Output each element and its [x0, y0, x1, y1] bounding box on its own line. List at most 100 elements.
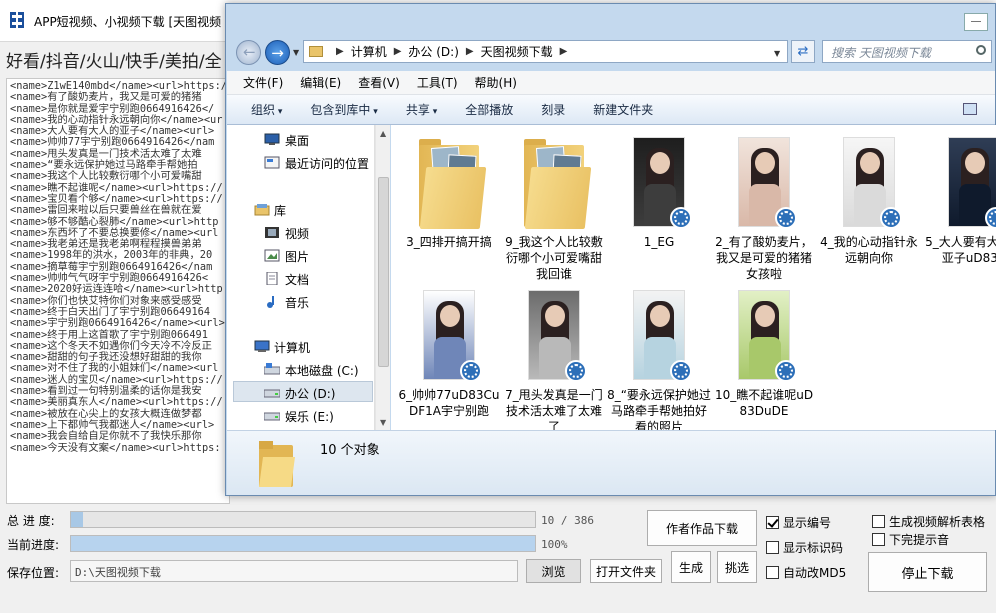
video-file-item[interactable]: 10_瞧不起谁呢uD83DuDE [712, 290, 816, 419]
save-path-input[interactable]: D:\天图视频下载 [70, 560, 518, 582]
stop-download-button[interactable]: 停止下载 [868, 552, 987, 592]
video-thumbnail [939, 137, 996, 229]
back-button[interactable]: ← [236, 40, 261, 65]
checkbox-box[interactable] [872, 515, 885, 528]
scroll-down-icon[interactable]: ▼ [380, 418, 386, 427]
file-name: 8_“要永远保护她过马路牵手帮她拍好看的照片 [607, 388, 711, 430]
sidebar-item-office[interactable]: 办公 (D:) [285, 385, 335, 402]
show-id-label: 显示标识码 [783, 541, 844, 555]
new-folder-button[interactable]: 新建文件夹 [593, 101, 653, 118]
include-in-library-button[interactable]: 包含到库中 [310, 101, 377, 118]
address-dropdown-icon[interactable]: ▼ [774, 49, 780, 58]
sidebar-item-entertainment[interactable]: 娱乐 (E:) [285, 408, 334, 425]
video-file-item[interactable]: 2_有了酸奶麦片，我又是可爱的猪猪女孩啦 [712, 137, 816, 282]
video-player-icon [775, 207, 797, 229]
scrollbar-thumb[interactable] [378, 177, 389, 367]
breadcrumb-computer[interactable]: 计算机 [351, 43, 387, 60]
menu-bar: 文件(F) 编辑(E) 查看(V) 工具(T) 帮助(H) [227, 71, 995, 95]
video-thumbnail [729, 137, 799, 229]
video-player-icon [670, 207, 692, 229]
sidebar-item-recent[interactable]: 最近访问的位置 [285, 155, 369, 172]
menu-edit[interactable]: 编辑(E) [300, 74, 341, 91]
sidebar-item-videos[interactable]: 视频 [285, 225, 309, 242]
current-progress-bar [70, 535, 536, 552]
author-works-download-button[interactable]: 作者作品下载 [647, 510, 757, 546]
sidebar-item-documents[interactable]: 文档 [285, 271, 309, 288]
video-file-item[interactable]: 5_大人要有大人的亚子uD83C [922, 137, 996, 266]
generate-button[interactable]: 生成 [671, 551, 711, 583]
folder-icon [414, 137, 487, 229]
history-dropdown-icon[interactable]: ▼ [293, 48, 299, 57]
share-button[interactable]: 共享 [406, 101, 437, 118]
current-progress-text: 100% [541, 538, 568, 551]
breadcrumb-separator-icon[interactable]: ▶ [394, 46, 402, 57]
save-location-label: 保存位置: [7, 566, 60, 580]
file-name: 3_四排开搞开搞 [406, 235, 492, 249]
current-progress-fill [71, 536, 535, 551]
pick-button[interactable]: 挑选 [717, 551, 757, 583]
sidebar-item-local-disk[interactable]: 本地磁盘 (C:) [285, 362, 359, 379]
open-folder-button[interactable]: 打开文件夹 [590, 559, 662, 583]
show-id-checkbox[interactable]: 显示标识码 [766, 539, 843, 556]
log-output[interactable]: <name>Z1wE140mbd</name><url>https://<nam… [6, 78, 230, 504]
platform-list: 好看/抖音/火山/快手/美拍/全 [6, 52, 222, 72]
file-name: 5_大人要有大人的亚子uD83C [925, 235, 996, 265]
minimize-button[interactable] [964, 13, 988, 31]
sidebar-item-desktop[interactable]: 桌面 [285, 132, 309, 149]
show-number-label: 显示编号 [783, 516, 832, 530]
checkbox-box[interactable] [872, 533, 885, 546]
show-number-checkbox[interactable]: 显示编号 [766, 514, 831, 531]
total-progress-text: 10 / 386 [541, 514, 594, 527]
breadcrumb-current[interactable]: 天图视频下载 [481, 43, 553, 60]
folder-item[interactable]: 9_我这个人比较敷衍哪个小可爱嘴甜我回谁 [502, 137, 606, 282]
generate-table-checkbox[interactable]: 生成视频解析表格 [872, 513, 985, 530]
video-player-icon [880, 207, 902, 229]
videos-icon [265, 227, 279, 238]
folder-icon [259, 441, 295, 487]
video-file-item[interactable]: 8_“要永远保护她过马路牵手帮她拍好看的照片 [607, 290, 711, 430]
sidebar-item-libraries[interactable]: 库 [274, 202, 286, 219]
file-name: 7_甩头发真是一门技术活太难了太难了 [505, 388, 603, 430]
checkbox-box[interactable] [766, 566, 779, 579]
refresh-button[interactable]: ⇄ [791, 40, 815, 63]
navigation-pane: 桌面 最近访问的位置 库 视频 图片 文档 音乐 计算机 本地磁盘 (C:) 办… [227, 125, 375, 430]
auto-md5-checkbox[interactable]: 自动改MD5 [766, 564, 846, 581]
video-file-item[interactable]: 4_我的心动指针永远朝向你 [817, 137, 921, 266]
menu-file[interactable]: 文件(F) [243, 74, 283, 91]
video-file-item[interactable]: 6_帅帅77uD83CuDF1A宇宁别跑 [397, 290, 501, 419]
menu-help[interactable]: 帮助(H) [475, 74, 517, 91]
folder-item[interactable]: 3_四排开搞开搞 [397, 137, 501, 250]
checkbox-box[interactable] [766, 541, 779, 554]
video-file-item[interactable]: 7_甩头发真是一门技术活太难了太难了 [502, 290, 606, 430]
video-player-icon [670, 360, 692, 382]
details-pane: 10 个对象 [227, 430, 995, 495]
breadcrumb-separator-icon[interactable]: ▶ [466, 46, 474, 57]
breadcrumb-separator-icon[interactable]: ▶ [336, 46, 344, 57]
menu-tools[interactable]: 工具(T) [417, 74, 458, 91]
log-line: <name>今天没有文案</name><url>https: [10, 441, 221, 454]
file-name: 9_我这个人比较敷衍哪个小可爱嘴甜我回谁 [505, 235, 603, 281]
video-thumbnail [729, 290, 799, 382]
forward-arrow-icon: → [271, 43, 284, 62]
breadcrumb-separator-icon[interactable]: ▶ [560, 46, 568, 57]
browse-button[interactable]: 浏览 [526, 559, 581, 583]
checkbox-box[interactable] [766, 516, 779, 529]
breadcrumb-office[interactable]: 办公 (D:) [408, 43, 458, 60]
sidebar-item-music[interactable]: 音乐 [285, 294, 309, 311]
play-all-button[interactable]: 全部播放 [465, 101, 513, 118]
sidebar-item-computer[interactable]: 计算机 [274, 339, 310, 356]
view-options-icon[interactable] [963, 103, 977, 115]
forward-button[interactable]: → [265, 40, 290, 65]
video-file-item[interactable]: 1_EG [607, 137, 711, 250]
scroll-up-icon[interactable]: ▲ [380, 129, 386, 138]
finish-sound-checkbox[interactable]: 下完提示音 [872, 531, 949, 548]
total-progress-bar [70, 511, 536, 528]
sidebar-item-pictures[interactable]: 图片 [285, 248, 309, 265]
log-line: <name>我会自给自足你就不了我快乐那你 [10, 430, 202, 443]
organize-button[interactable]: 组织 [251, 101, 282, 118]
burn-button[interactable]: 刻录 [541, 101, 565, 118]
address-bar[interactable]: ▶ 计算机 ▶ 办公 (D:) ▶ 天图视频下载 ▶ [303, 40, 788, 63]
search-input[interactable]: 搜索 天图视频下载 [822, 40, 992, 63]
menu-view[interactable]: 查看(V) [358, 74, 400, 91]
navigation-scrollbar[interactable]: ▲ ▼ [375, 125, 390, 430]
